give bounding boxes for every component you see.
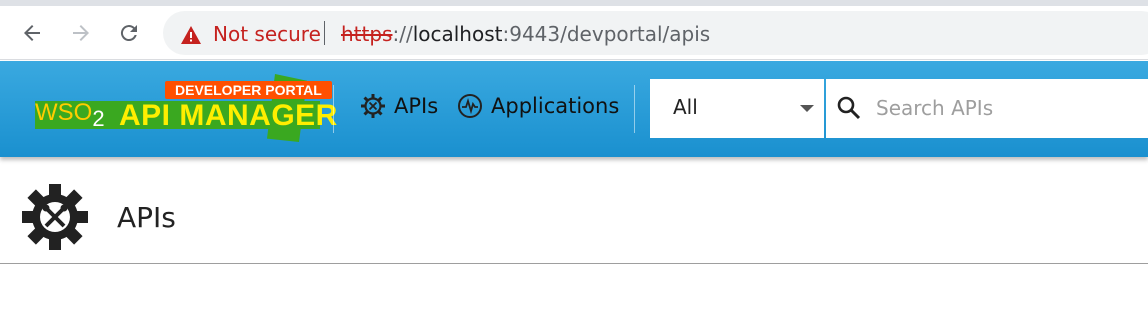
app-header: DEVELOPER PORTAL WSO2 API MANAGER APIs A… bbox=[0, 61, 1148, 157]
developer-portal-badge: DEVELOPER PORTAL bbox=[165, 81, 332, 99]
pulse-icon bbox=[458, 94, 482, 118]
page-title: APIs bbox=[117, 201, 176, 234]
url-path: :9443/devportal/apis bbox=[502, 22, 711, 46]
header-divider bbox=[333, 85, 334, 133]
url-host: localhost bbox=[412, 22, 503, 46]
logo-product-name: API MANAGER bbox=[119, 99, 338, 132]
url-text[interactable]: https://localhost:9443/devportal/apis bbox=[341, 22, 710, 46]
forward-button[interactable] bbox=[66, 18, 96, 48]
nav-apis-label: APIs bbox=[394, 94, 439, 118]
back-button[interactable] bbox=[17, 18, 47, 48]
search-icon bbox=[837, 96, 861, 120]
address-divider bbox=[324, 21, 325, 45]
url-separator: :// bbox=[392, 22, 413, 46]
api-gear-icon bbox=[22, 184, 88, 250]
search-field[interactable] bbox=[826, 79, 1148, 138]
logo-wso2: WSO2 bbox=[35, 99, 105, 132]
page-title-bar: APIs bbox=[0, 157, 1148, 264]
arrow-left-icon bbox=[24, 25, 40, 41]
wso2-logo[interactable]: DEVELOPER PORTAL WSO2 API MANAGER bbox=[35, 74, 337, 144]
gear-tools-icon bbox=[361, 94, 385, 118]
logo-sub-text: 2 bbox=[92, 105, 105, 131]
nav-applications[interactable]: Applications bbox=[457, 93, 619, 119]
logo-wso-text: WSO bbox=[35, 99, 93, 126]
caret-down-icon bbox=[800, 105, 814, 112]
warning-icon bbox=[181, 26, 201, 44]
search-filter-select[interactable]: All bbox=[650, 79, 824, 138]
reload-icon bbox=[120, 25, 137, 42]
address-bar[interactable]: Not secure https://localhost:9443/devpor… bbox=[163, 11, 1148, 55]
browser-toolbar: Not secure https://localhost:9443/devpor… bbox=[0, 6, 1148, 60]
security-status[interactable]: Not secure bbox=[213, 22, 321, 46]
search-filter-value: All bbox=[673, 95, 698, 119]
nav-applications-label: Applications bbox=[491, 94, 620, 118]
reload-button[interactable] bbox=[114, 18, 144, 48]
search-input[interactable] bbox=[876, 92, 1146, 124]
nav-apis[interactable]: APIs bbox=[360, 93, 438, 119]
arrow-right-icon bbox=[73, 25, 89, 41]
header-divider bbox=[634, 85, 635, 133]
url-scheme: https bbox=[341, 22, 393, 46]
